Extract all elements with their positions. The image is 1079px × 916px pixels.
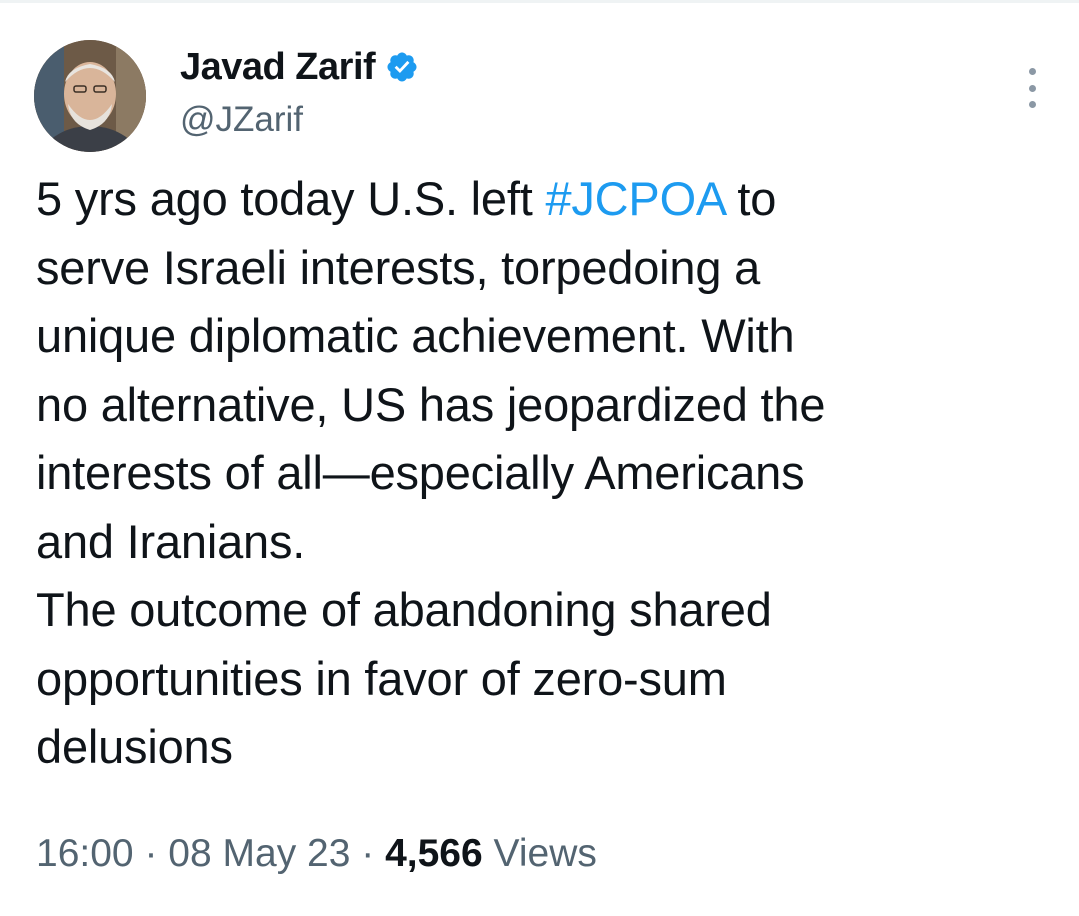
top-divider	[0, 0, 1079, 3]
user-handle[interactable]: @JZarif	[180, 100, 419, 140]
meta-separator: ·	[361, 832, 375, 875]
tweet-text: 5 yrs ago today U.S. left #JCPOA to serv…	[36, 165, 1056, 782]
tweet-text-start: 5 yrs ago today U.S. left	[36, 172, 546, 225]
tweet-header: Javad Zarif @JZarif	[34, 40, 1044, 155]
more-options-icon[interactable]	[1022, 68, 1042, 108]
profile-photo-icon	[34, 40, 146, 152]
tweet-text-rest: to serve Israeli interests, torpedoing a…	[36, 172, 826, 773]
avatar[interactable]	[34, 40, 146, 152]
dot	[1028, 101, 1036, 108]
display-name[interactable]: Javad Zarif	[180, 46, 376, 89]
dot	[1028, 68, 1036, 75]
views-label: Views	[493, 832, 597, 875]
author-info: Javad Zarif @JZarif	[180, 42, 419, 140]
verified-badge-icon[interactable]	[385, 50, 419, 84]
hashtag-link[interactable]: #JCPOA	[545, 172, 724, 225]
tweet-time[interactable]: 16:00	[36, 832, 134, 875]
name-row: Javad Zarif	[180, 42, 419, 92]
tweet-date[interactable]: 08 May 23	[168, 832, 350, 875]
tweet-meta: 16:00 · 08 May 23 · 4,566 Views	[36, 832, 597, 876]
views-count: 4,566	[385, 832, 483, 875]
meta-separator: ·	[144, 832, 158, 875]
dot	[1028, 84, 1036, 92]
